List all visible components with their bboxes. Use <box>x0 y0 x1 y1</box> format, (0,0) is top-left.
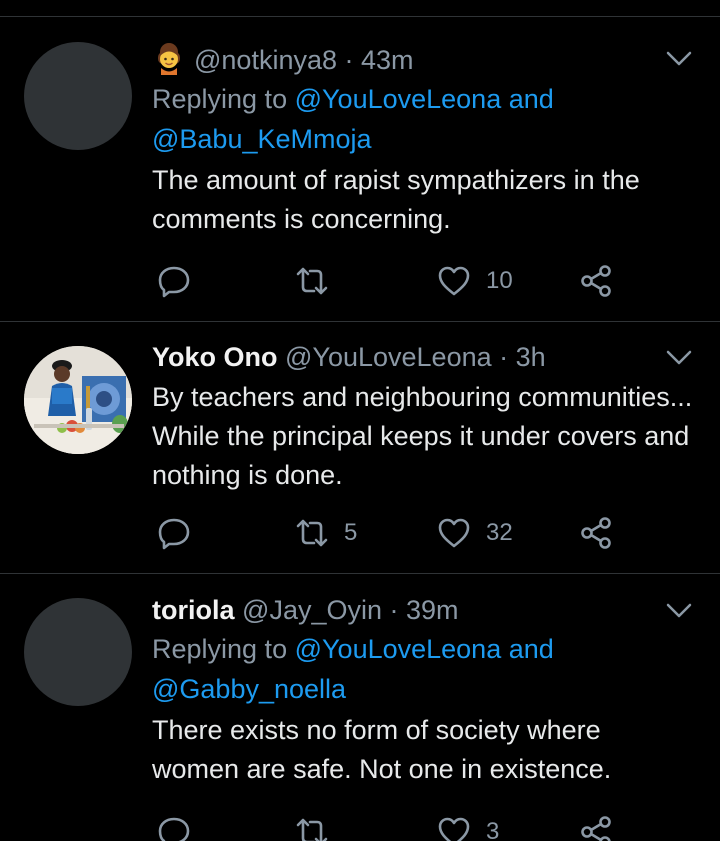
like-count: 10 <box>486 267 513 294</box>
tweet-time[interactable]: · 3h <box>499 342 546 372</box>
like-count: 3 <box>486 818 500 841</box>
share-button[interactable] <box>578 515 614 551</box>
reply-and[interactable]: and <box>509 84 554 114</box>
like-button[interactable]: 10 <box>436 263 513 299</box>
tweet-header: Yoko Ono @YouLoveLeona · 3h <box>152 338 680 376</box>
chevron-down-icon[interactable] <box>666 350 692 366</box>
tweet-header: toriola @Jay_Oyin · 39m <box>152 591 680 629</box>
reply-icon <box>158 817 190 841</box>
reply-and[interactable]: and <box>509 634 554 664</box>
reply-icon <box>158 518 190 550</box>
tweet-1[interactable]: @notkinya8 · 43m Replying to @YouLoveLeo… <box>0 0 720 322</box>
tweet-text: By teachers and neighbouring communities… <box>152 382 693 490</box>
author-name[interactable]: toriola <box>152 595 235 625</box>
like-button[interactable]: 32 <box>436 515 513 551</box>
mention-link[interactable]: @YouLoveLeona <box>295 84 502 114</box>
tweet-time[interactable]: · 43m <box>345 45 414 75</box>
retweet-button[interactable]: 5 <box>294 515 357 551</box>
share-icon <box>581 265 611 297</box>
tweet-2[interactable]: Yoko Ono @YouLoveLeona · 3h By teachers … <box>0 322 720 574</box>
tweet-time[interactable]: · 39m <box>390 595 459 625</box>
avatar[interactable] <box>24 598 132 706</box>
like-button[interactable]: 3 <box>436 814 499 841</box>
retweet-count: 5 <box>344 519 358 546</box>
reply-prefix: Replying to <box>152 84 288 114</box>
retweet-icon <box>296 519 328 547</box>
tweet-actions: 3 <box>152 814 652 841</box>
chevron-down-icon[interactable] <box>666 603 692 619</box>
tweet-header: @notkinya8 · 43m <box>152 41 680 79</box>
retweet-icon <box>296 267 328 295</box>
tweet-text: There exists no form of society where wo… <box>152 715 612 784</box>
tweet-handle[interactable]: @notkinya8 <box>194 45 337 75</box>
reply-button[interactable] <box>156 814 192 841</box>
reply-icon <box>158 266 190 298</box>
girl-emoji-icon <box>152 41 186 75</box>
heart-icon <box>438 266 470 296</box>
chevron-down-icon[interactable] <box>666 51 692 67</box>
tweet-actions: 10 <box>152 263 652 303</box>
mention-link[interactable]: @Gabby_noella <box>152 674 346 704</box>
reply-button[interactable] <box>156 515 192 551</box>
reply-feed: @notkinya8 · 43m Replying to @YouLoveLeo… <box>0 0 720 841</box>
avatar-photo <box>24 346 132 454</box>
replying-to: Replying to @YouLoveLeona and @Babu_KeMm… <box>152 79 680 159</box>
tweet-handle[interactable]: @Jay_Oyin <box>242 595 382 625</box>
retweet-icon <box>296 818 328 841</box>
tweet-text: The amount of rapist sympathizers in the… <box>152 165 640 234</box>
retweet-button[interactable] <box>294 263 344 299</box>
avatar[interactable] <box>24 346 132 454</box>
share-button[interactable] <box>578 263 614 299</box>
heart-icon <box>438 817 470 841</box>
reply-prefix: Replying to <box>152 634 288 664</box>
like-count: 32 <box>486 519 513 546</box>
share-icon <box>581 816 611 841</box>
avatar[interactable] <box>24 42 132 150</box>
author-name[interactable]: Yoko Ono <box>152 342 278 372</box>
tweet-actions: 5 32 <box>152 515 652 555</box>
reply-button[interactable] <box>156 263 192 299</box>
mention-link[interactable]: @YouLoveLeona <box>295 634 502 664</box>
heart-icon <box>438 518 470 548</box>
share-icon <box>581 517 611 549</box>
retweet-button[interactable] <box>294 814 344 841</box>
replying-to: Replying to @YouLoveLeona and @Gabby_noe… <box>152 629 680 709</box>
tweet-3[interactable]: toriola @Jay_Oyin · 39m Replying to @You… <box>0 574 720 841</box>
tweet-handle[interactable]: @YouLoveLeona <box>285 342 492 372</box>
share-button[interactable] <box>578 814 614 841</box>
mention-link[interactable]: @Babu_KeMmoja <box>152 124 372 154</box>
